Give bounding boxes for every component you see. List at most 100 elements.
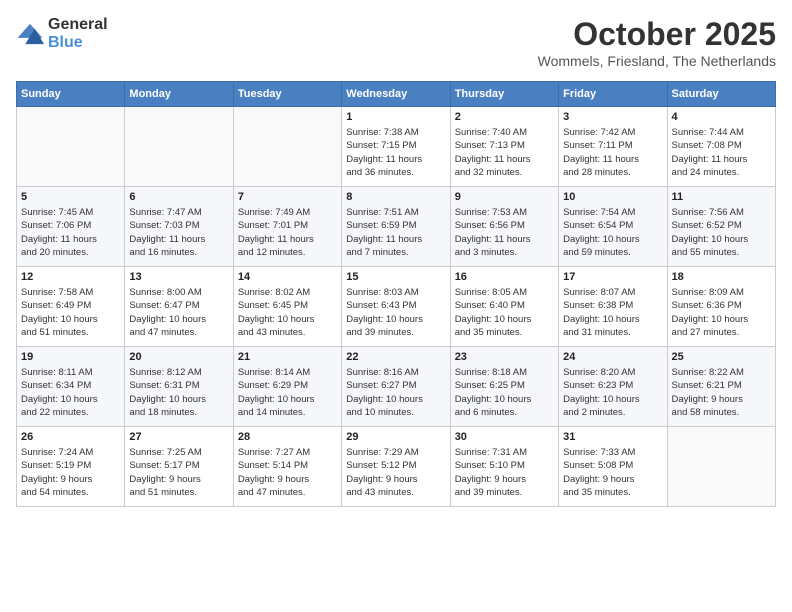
header-saturday: Saturday xyxy=(667,82,775,107)
day-info: Sunrise: 8:02 AM Sunset: 6:45 PM Dayligh… xyxy=(238,286,337,339)
day-info: Sunrise: 7:25 AM Sunset: 5:17 PM Dayligh… xyxy=(129,446,228,499)
day-info: Sunrise: 7:58 AM Sunset: 6:49 PM Dayligh… xyxy=(21,286,120,339)
day-info: Sunrise: 8:05 AM Sunset: 6:40 PM Dayligh… xyxy=(455,286,554,339)
week-row-5: 26 Sunrise: 7:24 AM Sunset: 5:19 PM Dayli… xyxy=(17,427,776,507)
day-info: Sunrise: 7:51 AM Sunset: 6:59 PM Dayligh… xyxy=(346,206,445,259)
day-number: 2 xyxy=(455,111,554,123)
week-row-2: 5 Sunrise: 7:45 AM Sunset: 7:06 PM Daylig… xyxy=(17,187,776,267)
calendar-cell: 21 Sunrise: 8:14 AM Sunset: 6:29 PM Dayli… xyxy=(233,347,341,427)
day-number: 11 xyxy=(672,191,771,203)
calendar-cell: 28Sunrise: 7:27 AM Sunset: 5:14 PM Dayli… xyxy=(233,427,341,507)
day-number: 13 xyxy=(129,271,228,283)
day-number: 12 xyxy=(21,271,120,283)
calendar-cell: 16 Sunrise: 8:05 AM Sunset: 6:40 PM Dayli… xyxy=(450,267,558,347)
day-info: Sunrise: 8:09 AM Sunset: 6:36 PM Dayligh… xyxy=(672,286,771,339)
calendar-cell: 30 Sunrise: 7:31 AM Sunset: 5:10 PM Dayli… xyxy=(450,427,558,507)
day-info: Sunrise: 8:03 AM Sunset: 6:43 PM Dayligh… xyxy=(346,286,445,339)
calendar-cell: 5 Sunrise: 7:45 AM Sunset: 7:06 PM Daylig… xyxy=(17,187,125,267)
calendar-cell: 7 Sunrise: 7:49 AM Sunset: 7:01 PM Daylig… xyxy=(233,187,341,267)
day-number: 8 xyxy=(346,191,445,203)
day-number: 3 xyxy=(563,111,662,123)
calendar-cell: 1Sunrise: 7:38 AM Sunset: 7:15 PM Daylig… xyxy=(342,107,450,187)
day-number: 7 xyxy=(238,191,337,203)
day-number: 18 xyxy=(672,271,771,283)
calendar-cell: 24 Sunrise: 8:20 AM Sunset: 6:23 PM Dayli… xyxy=(559,347,667,427)
day-info: Sunrise: 7:56 AM Sunset: 6:52 PM Dayligh… xyxy=(672,206,771,259)
day-number: 19 xyxy=(21,351,120,363)
day-info: Sunrise: 8:12 AM Sunset: 6:31 PM Dayligh… xyxy=(129,366,228,419)
day-number: 26 xyxy=(21,431,120,443)
day-number: 21 xyxy=(238,351,337,363)
header-wednesday: Wednesday xyxy=(342,82,450,107)
calendar-cell: 29Sunrise: 7:29 AM Sunset: 5:12 PM Dayli… xyxy=(342,427,450,507)
calendar-cell: 12 Sunrise: 7:58 AM Sunset: 6:49 PM Dayli… xyxy=(17,267,125,347)
page-header: General Blue October 2025 Wommels, Fries… xyxy=(16,16,776,69)
calendar-cell: 25Sunrise: 8:22 AM Sunset: 6:21 PM Dayli… xyxy=(667,347,775,427)
day-info: Sunrise: 8:22 AM Sunset: 6:21 PM Dayligh… xyxy=(672,366,771,419)
week-row-4: 19Sunrise: 8:11 AM Sunset: 6:34 PM Dayli… xyxy=(17,347,776,427)
header-friday: Friday xyxy=(559,82,667,107)
day-number: 24 xyxy=(563,351,662,363)
header-tuesday: Tuesday xyxy=(233,82,341,107)
week-row-3: 12 Sunrise: 7:58 AM Sunset: 6:49 PM Dayli… xyxy=(17,267,776,347)
logo-general: General xyxy=(48,16,108,33)
day-info: Sunrise: 8:18 AM Sunset: 6:25 PM Dayligh… xyxy=(455,366,554,419)
day-info: Sunrise: 7:29 AM Sunset: 5:12 PM Dayligh… xyxy=(346,446,445,499)
calendar-cell xyxy=(125,107,233,187)
calendar-cell: 27 Sunrise: 7:25 AM Sunset: 5:17 PM Dayli… xyxy=(125,427,233,507)
calendar-cell: 3 Sunrise: 7:42 AM Sunset: 7:11 PM Daylig… xyxy=(559,107,667,187)
day-number: 23 xyxy=(455,351,554,363)
day-info: Sunrise: 7:42 AM Sunset: 7:11 PM Dayligh… xyxy=(563,126,662,179)
calendar-cell: 8 Sunrise: 7:51 AM Sunset: 6:59 PM Daylig… xyxy=(342,187,450,267)
day-info: Sunrise: 7:33 AM Sunset: 5:08 PM Dayligh… xyxy=(563,446,662,499)
title-block: October 2025 Wommels, Friesland, The Net… xyxy=(538,16,776,69)
calendar-cell: 31 Sunrise: 7:33 AM Sunset: 5:08 PM Dayli… xyxy=(559,427,667,507)
day-number: 10 xyxy=(563,191,662,203)
day-info: Sunrise: 7:45 AM Sunset: 7:06 PM Dayligh… xyxy=(21,206,120,259)
day-info: Sunrise: 7:40 AM Sunset: 7:13 PM Dayligh… xyxy=(455,126,554,179)
calendar-cell xyxy=(17,107,125,187)
logo-icon xyxy=(16,22,44,46)
calendar-cell: 22Sunrise: 8:16 AM Sunset: 6:27 PM Dayli… xyxy=(342,347,450,427)
calendar-cell: 26 Sunrise: 7:24 AM Sunset: 5:19 PM Dayli… xyxy=(17,427,125,507)
calendar-cell: 11 Sunrise: 7:56 AM Sunset: 6:52 PM Dayli… xyxy=(667,187,775,267)
calendar-cell xyxy=(233,107,341,187)
header-monday: Monday xyxy=(125,82,233,107)
day-number: 9 xyxy=(455,191,554,203)
day-number: 31 xyxy=(563,431,662,443)
day-info: Sunrise: 8:20 AM Sunset: 6:23 PM Dayligh… xyxy=(563,366,662,419)
calendar-cell: 2 Sunrise: 7:40 AM Sunset: 7:13 PM Daylig… xyxy=(450,107,558,187)
day-info: Sunrise: 7:54 AM Sunset: 6:54 PM Dayligh… xyxy=(563,206,662,259)
header-sunday: Sunday xyxy=(17,82,125,107)
day-number: 30 xyxy=(455,431,554,443)
day-number: 4 xyxy=(672,111,771,123)
logo-blue: Blue xyxy=(48,34,83,51)
location: Wommels, Friesland, The Netherlands xyxy=(538,53,776,69)
day-number: 5 xyxy=(21,191,120,203)
calendar-cell: 23 Sunrise: 8:18 AM Sunset: 6:25 PM Dayli… xyxy=(450,347,558,427)
calendar-cell: 20 Sunrise: 8:12 AM Sunset: 6:31 PM Dayli… xyxy=(125,347,233,427)
day-number: 16 xyxy=(455,271,554,283)
calendar-cell: 13 Sunrise: 8:00 AM Sunset: 6:47 PM Dayli… xyxy=(125,267,233,347)
day-info: Sunrise: 7:24 AM Sunset: 5:19 PM Dayligh… xyxy=(21,446,120,499)
day-info: Sunrise: 7:31 AM Sunset: 5:10 PM Dayligh… xyxy=(455,446,554,499)
day-info: Sunrise: 8:00 AM Sunset: 6:47 PM Dayligh… xyxy=(129,286,228,339)
month-title: October 2025 xyxy=(538,16,776,53)
logo: General Blue xyxy=(16,16,108,52)
week-row-1: 1Sunrise: 7:38 AM Sunset: 7:15 PM Daylig… xyxy=(17,107,776,187)
logo-text: General Blue xyxy=(48,16,108,52)
day-info: Sunrise: 7:44 AM Sunset: 7:08 PM Dayligh… xyxy=(672,126,771,179)
day-info: Sunrise: 7:49 AM Sunset: 7:01 PM Dayligh… xyxy=(238,206,337,259)
day-info: Sunrise: 7:47 AM Sunset: 7:03 PM Dayligh… xyxy=(129,206,228,259)
day-number: 20 xyxy=(129,351,228,363)
calendar-cell: 9Sunrise: 7:53 AM Sunset: 6:56 PM Daylig… xyxy=(450,187,558,267)
day-info: Sunrise: 8:14 AM Sunset: 6:29 PM Dayligh… xyxy=(238,366,337,419)
day-info: Sunrise: 8:07 AM Sunset: 6:38 PM Dayligh… xyxy=(563,286,662,339)
day-info: Sunrise: 8:16 AM Sunset: 6:27 PM Dayligh… xyxy=(346,366,445,419)
calendar-cell: 15 Sunrise: 8:03 AM Sunset: 6:43 PM Dayli… xyxy=(342,267,450,347)
day-number: 15 xyxy=(346,271,445,283)
calendar-cell: 19Sunrise: 8:11 AM Sunset: 6:34 PM Dayli… xyxy=(17,347,125,427)
calendar-cell xyxy=(667,427,775,507)
day-number: 27 xyxy=(129,431,228,443)
calendar-cell: 10 Sunrise: 7:54 AM Sunset: 6:54 PM Dayli… xyxy=(559,187,667,267)
